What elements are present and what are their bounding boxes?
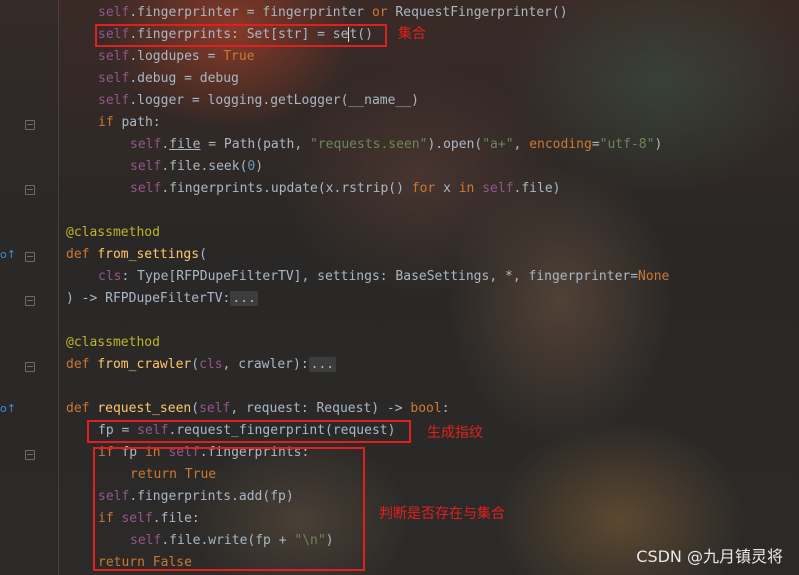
annotation-label-set: 集合: [398, 26, 426, 42]
override-method-icon[interactable]: o↑: [0, 249, 16, 261]
code-line: self.file = Path(path, "requests.seen").…: [130, 137, 663, 152]
annotation-label-check: 判断是否存在与集合: [379, 506, 505, 522]
code-line: self.fingerprints.update(x.rstrip() for …: [130, 181, 561, 196]
code-line: self.logger = logging.getLogger(__name__…: [98, 93, 419, 108]
annotation-label-fingerprint: 生成指纹: [427, 425, 483, 441]
watermark: CSDN @九月镇灵将: [636, 547, 783, 566]
code-line: @classmethod: [66, 335, 160, 350]
fold-marker-icon[interactable]: [25, 120, 35, 130]
fold-marker-icon[interactable]: [25, 296, 35, 306]
annotation-box-check: [93, 447, 365, 571]
code-line: self.fingerprinter = fingerprinter or Re…: [98, 5, 568, 20]
folded-code[interactable]: ...: [230, 291, 258, 306]
fold-marker-icon[interactable]: [25, 185, 35, 195]
annotation-box-set: [95, 24, 387, 47]
code-line: def from_settings(: [66, 247, 207, 262]
fold-marker-icon[interactable]: [25, 362, 35, 372]
code-line: if path:: [98, 115, 161, 130]
editor-gutter: [0, 0, 58, 575]
fold-marker-icon[interactable]: [25, 450, 35, 460]
override-method-icon[interactable]: o↑: [0, 403, 16, 415]
gutter-divider: [58, 0, 59, 575]
fold-marker-icon[interactable]: [25, 252, 35, 262]
code-line: cls: Type[RFPDupeFilterTV], settings: Ba…: [98, 269, 670, 284]
annotation-box-fingerprint: [87, 420, 411, 443]
code-line: def request_seen(self, request: Request)…: [66, 401, 450, 416]
code-line: self.logdupes = True: [98, 49, 255, 64]
code-line: self.debug = debug: [98, 71, 239, 86]
code-line: ) -> RFPDupeFilterTV:...: [66, 291, 258, 306]
code-line: @classmethod: [66, 225, 160, 240]
code-line: self.file.seek(0): [130, 159, 264, 174]
code-line: def from_crawler(cls, crawler):...: [66, 357, 337, 372]
folded-code[interactable]: ...: [308, 357, 337, 372]
